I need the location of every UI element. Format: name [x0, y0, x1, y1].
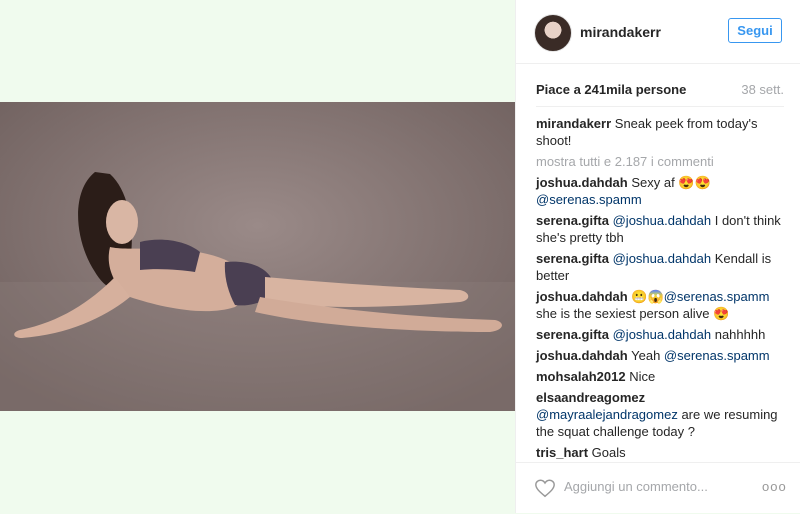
post-header: mirandakerr Segui: [516, 0, 800, 64]
comment-text: Yeah: [631, 348, 664, 363]
follow-button[interactable]: Segui: [728, 18, 782, 43]
divider: [536, 106, 784, 107]
post-side-panel: mirandakerr Segui Piace a 241mila person…: [515, 0, 800, 513]
comment-username[interactable]: joshua.dahdah: [536, 175, 628, 190]
comment-username[interactable]: serena.gifta: [536, 327, 609, 342]
list-item: joshua.dahdah Sexy af 😍😍 @serenas.spamm: [536, 174, 786, 208]
comment-username[interactable]: elsaandreagomez: [536, 390, 645, 405]
photo-illustration: [0, 102, 515, 411]
comment-mention[interactable]: @mayraalejandragomez: [536, 407, 678, 422]
comment-text: Sexy af: [631, 175, 679, 190]
list-item: elsaandreagomez @mayraalejandragomez are…: [536, 389, 786, 440]
avatar[interactable]: [534, 14, 572, 52]
comment-text: nahhhhh: [711, 327, 766, 342]
heart-icon[interactable]: [534, 477, 556, 499]
list-item: serena.gifta @joshua.dahdah nahhhhh: [536, 326, 786, 343]
comments-list: mirandakerr Sneak peek from today's shoo…: [536, 115, 786, 465]
comment-bar: Aggiungi un commento... ooo: [516, 462, 800, 514]
caption: mirandakerr Sneak peek from today's shoo…: [536, 115, 786, 149]
list-item: serena.gifta @joshua.dahdah Kendall is b…: [536, 250, 786, 284]
post-time[interactable]: 38 sett.: [741, 82, 784, 97]
list-item: tris_hart Goals: [536, 444, 786, 461]
likes-count[interactable]: Piace a 241mila persone: [536, 82, 686, 97]
comment-input[interactable]: Aggiungi un commento...: [564, 479, 744, 497]
emoji: 😍😍: [678, 175, 711, 190]
emoji: 😬😱: [631, 289, 664, 304]
comment-mention[interactable]: @serenas.spamm: [664, 289, 770, 304]
load-more-comments[interactable]: mostra tutti e 2.187 i commenti: [536, 153, 786, 170]
comment-mention[interactable]: @serenas.spamm: [536, 192, 642, 207]
list-item: joshua.dahdah 😬😱@serenas.spamm she is th…: [536, 288, 786, 322]
comment-mention[interactable]: @joshua.dahdah: [613, 213, 712, 228]
list-item: serena.gifta @joshua.dahdah I don't thin…: [536, 212, 786, 246]
caption-username[interactable]: mirandakerr: [536, 116, 611, 131]
comment-text: Goals: [591, 445, 626, 460]
comment-username[interactable]: joshua.dahdah: [536, 289, 628, 304]
comment-mention[interactable]: @joshua.dahdah: [613, 327, 712, 342]
comment-username[interactable]: tris_hart: [536, 445, 588, 460]
comment-username[interactable]: serena.gifta: [536, 213, 609, 228]
photo-area: [0, 0, 515, 513]
likes-row: Piace a 241mila persone 38 sett.: [536, 82, 784, 100]
post-photo[interactable]: [0, 102, 515, 411]
list-item: joshua.dahdah Yeah @serenas.spamm: [536, 347, 786, 364]
comment-username[interactable]: mohsalah2012: [536, 369, 626, 384]
comment-mention[interactable]: @joshua.dahdah: [613, 251, 712, 266]
comment-text: she is the sexiest person alive: [536, 306, 714, 321]
author-username[interactable]: mirandakerr: [580, 24, 661, 40]
list-item: mohsalah2012 Nice: [536, 368, 786, 385]
comment-username[interactable]: joshua.dahdah: [536, 348, 628, 363]
comment-mention[interactable]: @serenas.spamm: [664, 348, 770, 363]
comment-username[interactable]: serena.gifta: [536, 251, 609, 266]
comment-text: Nice: [629, 369, 656, 384]
emoji: 😍: [713, 306, 730, 321]
more-options-icon[interactable]: ooo: [762, 479, 787, 494]
